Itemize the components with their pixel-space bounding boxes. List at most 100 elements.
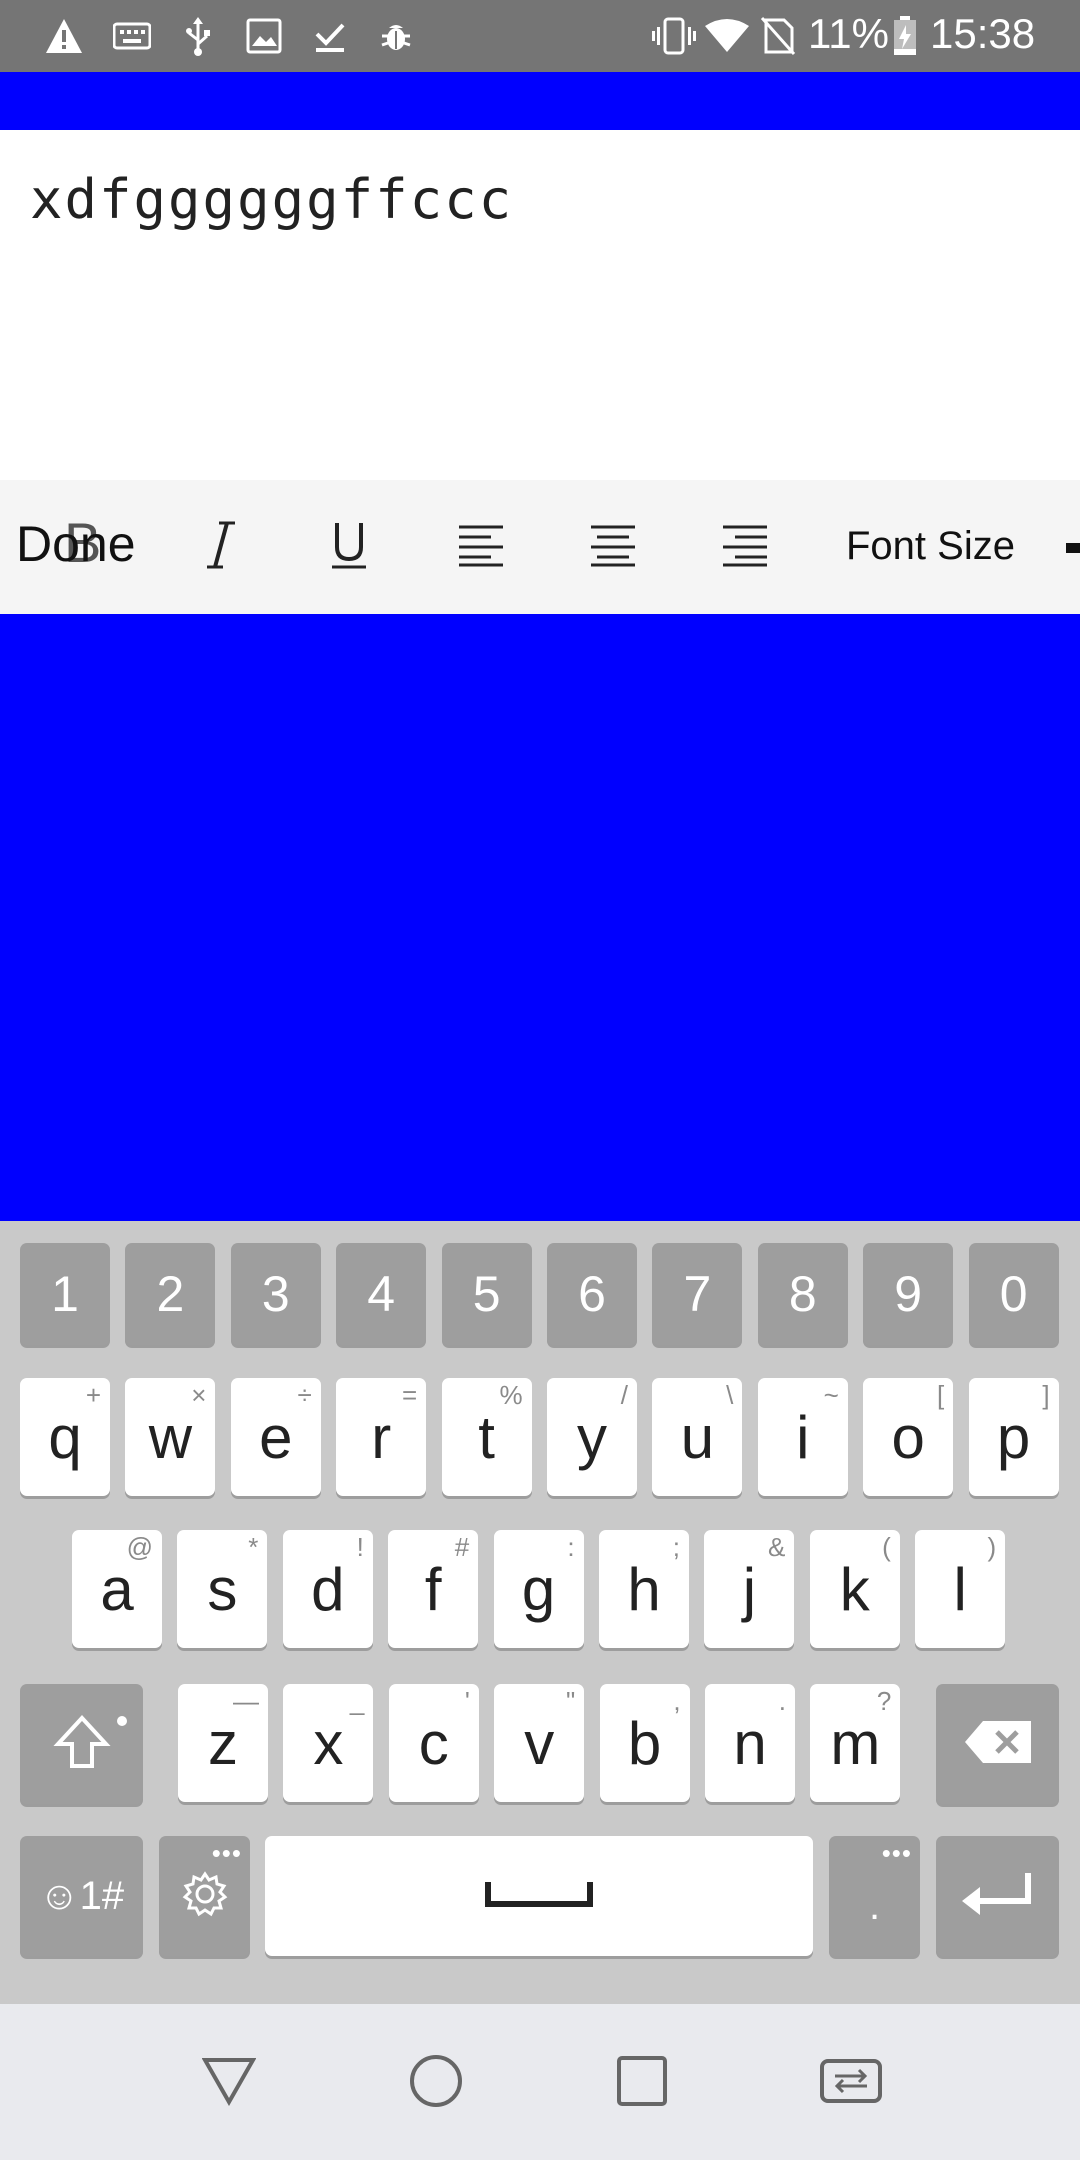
key-w-label: w [148,1403,193,1471]
key-1[interactable]: 1 [20,1243,110,1345]
key-w[interactable]: w × [125,1378,216,1496]
key-9[interactable]: 9 [863,1243,954,1345]
key-g-hint: : [567,1532,575,1562]
key-0[interactable]: 0 [968,1243,1059,1345]
align-center-button[interactable] [578,480,648,614]
battery-percent: 11% [808,10,889,57]
align-right-icon [721,523,769,572]
align-center-icon [589,523,637,572]
key-f-hint: # [454,1532,470,1562]
key-j[interactable]: j & [704,1530,795,1648]
key-u[interactable]: u \ [652,1378,743,1496]
key-x-label: x [313,1709,344,1777]
toolbar-overflow-indicator [1066,543,1080,553]
key-p-label: p [996,1403,1031,1471]
key-b[interactable]: b, [599,1684,690,1802]
key-c[interactable]: c ' [388,1684,479,1802]
keyboard-icon [112,16,152,56]
key-p[interactable]: p] [968,1378,1059,1496]
key-7[interactable]: 7 [652,1243,743,1345]
italic-button[interactable] [186,480,256,614]
key-r-label: r [371,1403,392,1471]
battery-charging-icon [892,16,918,56]
key-f[interactable]: f # [388,1530,479,1648]
settings-key[interactable]: ••• [159,1836,250,1956]
key-a-label: a [100,1555,134,1623]
key-z[interactable]: z — [178,1684,268,1802]
key-2[interactable]: 2 [125,1243,216,1345]
key-5[interactable]: 5 [441,1243,532,1345]
key-t[interactable]: t% [441,1378,532,1496]
done-button[interactable]: Done [16,515,136,573]
symbols-key[interactable]: ☺1# [20,1836,143,1956]
warning-icon [44,16,84,56]
key-m[interactable]: m? [810,1684,901,1802]
key-o-label: o [891,1403,925,1471]
key-b-hint: , [673,1686,681,1716]
key-6-label: 6 [578,1266,606,1322]
home-button[interactable] [401,2048,471,2118]
key-k[interactable]: k( [809,1530,900,1648]
shift-key[interactable] [20,1684,143,1804]
key-a-hint: @ [126,1532,153,1562]
key-a[interactable]: a @ [72,1530,162,1648]
key-4[interactable]: 4 [336,1243,427,1345]
key-c-label: c [418,1709,449,1777]
key-g[interactable]: g: [493,1530,584,1648]
key-i-label: i [796,1403,810,1471]
backspace-key[interactable] [936,1684,1059,1804]
key-i[interactable]: i ~ [757,1378,848,1496]
editor-content[interactable]: xdfggggggffccc [30,168,513,231]
key-4-label: 4 [367,1266,396,1322]
underline-button[interactable] [314,480,384,614]
key-8[interactable]: 8 [757,1243,848,1345]
gear-icon [182,1870,228,1922]
clock: 15:38 [930,10,1036,57]
key-l-label: l [953,1555,967,1623]
key-m-label: m [830,1709,881,1777]
key-i-hint: ~ [823,1380,839,1410]
key-6[interactable]: 6 [547,1243,637,1345]
align-left-button[interactable] [446,480,516,614]
key-k-label: k [839,1555,870,1623]
enter-key[interactable] [936,1836,1059,1956]
back-button[interactable] [194,2048,264,2118]
align-right-button[interactable] [710,480,780,614]
key-v[interactable]: v " [494,1684,585,1802]
space-bar-icon [484,1880,594,1913]
status-bar: 11% 15:38 [0,0,1080,72]
key-t-label: t [478,1403,495,1471]
key-y[interactable]: y / [547,1378,637,1496]
key-5-label: 5 [472,1266,501,1322]
italic-icon [201,515,241,580]
content-area [0,614,1080,1221]
key-1-label: 1 [51,1266,79,1322]
align-left-icon [457,523,505,572]
key-x[interactable]: x _ [283,1684,374,1802]
key-s-hint: * [248,1532,259,1562]
shift-indicator-dot [117,1716,127,1726]
key-o[interactable]: o[ [863,1378,954,1496]
key-n[interactable]: n. [705,1684,795,1802]
key-o-hint: [ [936,1380,945,1410]
font-size-button[interactable]: Font Size [846,524,1015,569]
rich-text-editor[interactable]: xdfggggggffccc [0,130,1080,480]
key-q[interactable]: q + [20,1378,110,1496]
space-key[interactable] [265,1836,813,1956]
key-v-label: v [524,1709,555,1777]
key-d[interactable]: d! [282,1530,373,1648]
rotate-button[interactable] [816,2048,886,2118]
key-3[interactable]: 3 [230,1243,321,1345]
home-icon [409,2054,463,2113]
key-b-label: b [627,1709,662,1777]
recents-button[interactable] [607,2048,677,2118]
navigation-bar [0,2004,1080,2160]
period-key[interactable]: . ••• [829,1836,920,1956]
more-dots-icon: ••• [211,1838,242,1868]
key-h[interactable]: h; [599,1530,689,1648]
key-e[interactable]: e ÷ [230,1378,321,1496]
vibrate-icon [652,16,696,56]
key-l[interactable]: l) [915,1530,1006,1648]
key-r[interactable]: r = [336,1378,427,1496]
key-s[interactable]: s * [177,1530,268,1648]
